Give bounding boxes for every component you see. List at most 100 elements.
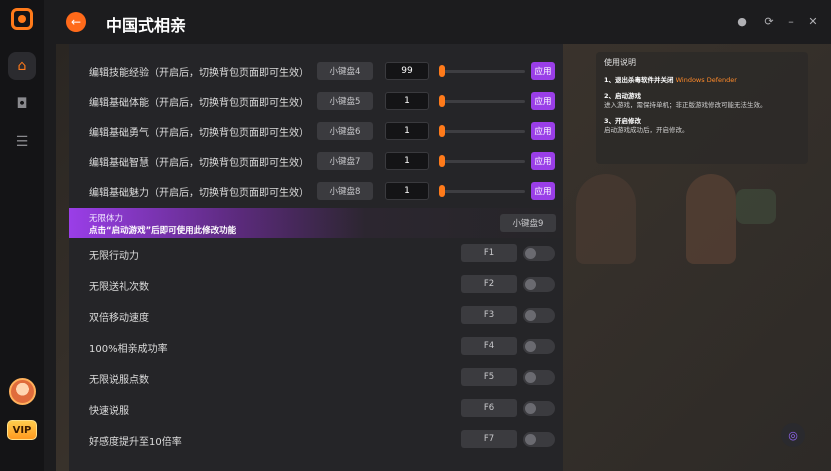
edit-row: 编辑基础魅力（开启后，切换背包页面即可生效） 小键盘8 1 应用	[69, 176, 563, 206]
edit-row-label: 编辑基础勇气（开启后，切换背包页面即可生效）	[89, 128, 309, 139]
page-title: 中国式相亲	[106, 16, 187, 35]
instructions-step: 3、开启修改	[604, 117, 800, 126]
step-title: 1、退出杀毒软件并关闭	[604, 76, 674, 84]
apply-button[interactable]: 应用	[531, 152, 555, 170]
edit-row-label: 编辑基础智慧（开启后，切换背包页面即可生效）	[89, 158, 309, 169]
value-slider[interactable]	[439, 155, 525, 167]
apply-button[interactable]: 应用	[531, 92, 555, 110]
avatar[interactable]	[9, 378, 36, 405]
slider-handle[interactable]	[439, 125, 445, 137]
toggle-switch[interactable]	[523, 432, 555, 447]
edit-row-label: 编辑基础体能（开启后，切换背包页面即可生效）	[89, 98, 309, 109]
apply-button[interactable]: 应用	[531, 62, 555, 80]
toggle-row: 无限行动力 F1	[69, 238, 563, 268]
hotkey-button[interactable]: 小键盘5	[317, 92, 373, 110]
character-art	[576, 174, 636, 264]
apply-button[interactable]: 应用	[531, 122, 555, 140]
hotkey-button[interactable]: 小键盘6	[317, 122, 373, 140]
instructions-heading: 使用说明	[604, 58, 636, 67]
sidebar: ⌂ ◘ ☰ VIP	[0, 0, 44, 471]
edit-row: 编辑技能经验（开启后，切换背包页面即可生效） 小键盘4 99 应用	[69, 56, 563, 86]
app-logo-icon	[11, 8, 33, 30]
slider-handle[interactable]	[439, 185, 445, 197]
value-input[interactable]: 1	[385, 182, 429, 200]
edit-row: 编辑基础智慧（开启后，切换背包页面即可生效） 小键盘7 1 应用	[69, 146, 563, 176]
headset-support-button[interactable]: ◎	[781, 423, 805, 447]
toggle-row: 好感度提升至10倍率 F7	[69, 424, 563, 454]
hotkey-button[interactable]: F1	[461, 244, 517, 262]
toggle-switch[interactable]	[523, 246, 555, 261]
scene-decoration	[736, 189, 776, 224]
toggle-switch[interactable]	[523, 277, 555, 292]
toggle-row: 无限送礼次数 F2	[69, 269, 563, 299]
value-slider[interactable]	[439, 185, 525, 197]
toggle-row: 快速说服 F6	[69, 393, 563, 423]
hotkey-button[interactable]: F7	[461, 430, 517, 448]
banner-hint: 点击“启动游戏”后即可使用此修改功能	[89, 226, 237, 236]
toggle-row: 无限说服点数 F5	[69, 362, 563, 392]
vip-badge[interactable]: VIP	[7, 420, 37, 440]
title-bar: ← 中国式相亲 ● ⟳ – ✕	[44, 0, 831, 44]
slider-handle[interactable]	[439, 95, 445, 107]
cheat-panel: 编辑技能经验（开启后，切换背包页面即可生效） 小键盘4 99 应用 编辑基础体能…	[69, 44, 563, 471]
instructions-card: 使用说明 1、退出杀毒软件并关闭 Windows Defender 2、启动游戏…	[596, 52, 808, 164]
hotkey-button[interactable]: F5	[461, 368, 517, 386]
slider-handle[interactable]	[439, 65, 445, 77]
toggle-row-label: 好感度提升至10倍率	[89, 437, 182, 448]
hotkey-button[interactable]: F3	[461, 306, 517, 324]
theme-icon[interactable]: ●	[735, 14, 749, 28]
edit-row-label: 编辑技能经验（开启后，切换背包页面即可生效）	[89, 68, 309, 79]
headset-icon: ◎	[788, 428, 798, 442]
hotkey-button[interactable]: 小键盘8	[317, 182, 373, 200]
value-slider[interactable]	[439, 125, 525, 137]
toggle-switch[interactable]	[523, 401, 555, 416]
hotkey-button[interactable]: F6	[461, 399, 517, 417]
settings-icon[interactable]: ⟳	[762, 14, 776, 28]
slider-handle[interactable]	[439, 155, 445, 167]
minimize-icon[interactable]: –	[784, 14, 798, 28]
toggle-row: 100%相亲成功率 F4	[69, 331, 563, 361]
toggle-row-label: 双倍移动速度	[89, 313, 149, 324]
toggle-row-label: 100%相亲成功率	[89, 344, 168, 355]
character-art	[686, 174, 736, 264]
step-highlight: Windows Defender	[675, 76, 737, 84]
back-button[interactable]: ←	[66, 12, 86, 32]
step-body: 进入游戏，需保持单机；非正版游戏修改可能无法生效。	[604, 101, 767, 109]
library-icon[interactable]: ☰	[8, 128, 36, 156]
hotkey-button[interactable]: 小键盘4	[317, 62, 373, 80]
value-slider[interactable]	[439, 95, 525, 107]
toggle-switch[interactable]	[523, 339, 555, 354]
value-slider[interactable]	[439, 65, 525, 77]
toggle-row-label: 无限行动力	[89, 251, 139, 262]
value-input[interactable]: 1	[385, 122, 429, 140]
gamepad-icon[interactable]: ◘	[8, 90, 36, 118]
instructions-step: 2、启动游戏	[604, 92, 800, 101]
instructions-step: 1、退出杀毒软件并关闭 Windows Defender	[604, 76, 800, 85]
app-window: ⌂ ◘ ☰ VIP ← 中国式相亲 ● ⟳ – ✕ 编辑技能经验（开启后，切换背…	[0, 0, 831, 471]
edit-row-label: 编辑基础魅力（开启后，切换背包页面即可生效）	[89, 188, 309, 199]
toggle-row-label: 无限说服点数	[89, 375, 149, 386]
value-input[interactable]: 99	[385, 62, 429, 80]
value-input[interactable]: 1	[385, 152, 429, 170]
toggle-row-label: 无限送礼次数	[89, 282, 149, 293]
back-arrow-icon: ←	[70, 15, 82, 29]
edit-row: 编辑基础体能（开启后，切换背包页面即可生效） 小键盘5 1 应用	[69, 86, 563, 116]
banner-title: 无限体力	[89, 214, 124, 224]
hotkey-button[interactable]: 小键盘7	[317, 152, 373, 170]
locked-feature-banner: 无限体力 点击“启动游戏”后即可使用此修改功能 小键盘9	[69, 208, 563, 238]
step-body: 启动游戏成功后，开启修改。	[604, 126, 689, 134]
apply-button[interactable]: 应用	[531, 182, 555, 200]
close-icon[interactable]: ✕	[806, 14, 820, 28]
toggle-row: 双倍移动速度 F3	[69, 300, 563, 330]
step-title: 3、开启修改	[604, 117, 642, 125]
hotkey-button[interactable]: F2	[461, 275, 517, 293]
hotkey-button[interactable]: 小键盘9	[500, 214, 556, 232]
hotkey-button[interactable]: F4	[461, 337, 517, 355]
step-title: 2、启动游戏	[604, 92, 642, 100]
toggle-switch[interactable]	[523, 370, 555, 385]
value-input[interactable]: 1	[385, 92, 429, 110]
edit-row: 编辑基础勇气（开启后，切换背包页面即可生效） 小键盘6 1 应用	[69, 116, 563, 146]
toggle-row-label: 快速说服	[89, 406, 129, 417]
home-icon[interactable]: ⌂	[8, 52, 36, 80]
toggle-switch[interactable]	[523, 308, 555, 323]
